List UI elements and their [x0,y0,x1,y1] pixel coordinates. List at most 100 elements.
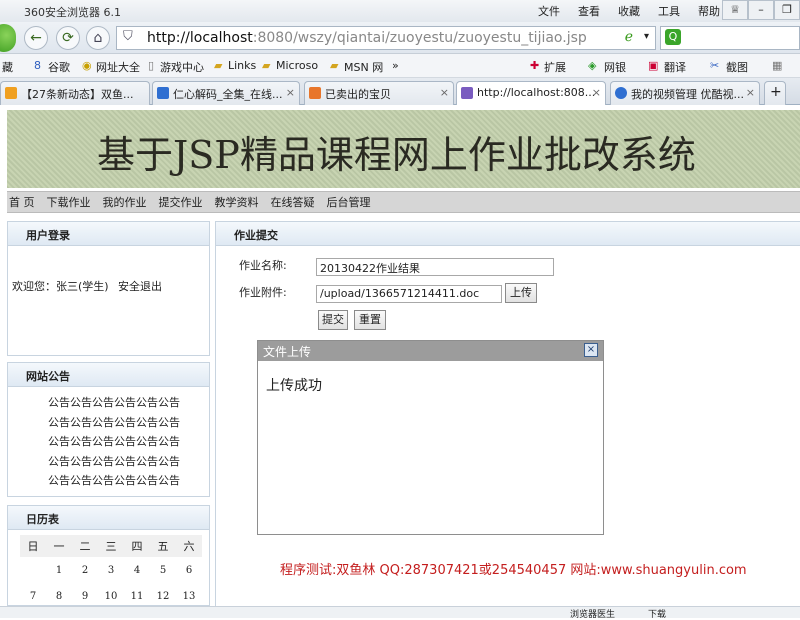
menu-favorites[interactable]: 收藏 [618,3,640,19]
calendar-day[interactable]: 7 [20,583,46,605]
bookmark-favorites[interactable]: 藏 [2,59,13,75]
soku-icon [157,87,169,99]
calendar-title: 日历表 [26,513,59,526]
homework-attachment-label: 作业附件: [239,286,287,299]
bookmark-msn[interactable]: MSN 网 [344,59,383,75]
bookmark-games[interactable]: 游戏中心 [160,59,204,75]
tab-1[interactable]: 【27条新动态】双鱼... [0,81,150,105]
dialog-message: 上传成功 [266,378,322,394]
screenshot-icon: ✂ [710,59,720,72]
reset-button[interactable]: 重置 [354,310,386,330]
tab-2[interactable]: 仁心解码_全集_在线... × [152,81,300,105]
tab-3[interactable]: 已卖出的宝贝 × [304,81,454,105]
search-icon[interactable]: Q [665,29,681,45]
calendar-day[interactable] [20,557,46,583]
status-download[interactable]: 下载 [648,607,666,620]
weekday: 日 [20,535,46,557]
toolbar-bank[interactable]: 网银 [604,59,626,75]
calendar-day[interactable]: 13 [176,583,202,605]
tab-label: 我的视频管理 优酷视... [631,88,744,101]
back-icon[interactable]: ← [24,26,48,50]
browser-title: 360安全浏览器 6.1 [24,6,121,19]
ie-mode-icon[interactable]: ℯ [625,29,633,45]
browser-title-bar: 360安全浏览器 6.1 文件 查看 收藏 工具 帮助 ♕ – ❐ [0,0,800,22]
notice-line: 公告公告公告公告公告公告 [48,454,180,468]
status-doctor[interactable]: 浏览器医生 [570,607,615,620]
submit-button[interactable]: 提交 [318,310,348,330]
upload-button[interactable]: 上传 [505,283,537,303]
tab-5[interactable]: 我的视频管理 优酷视... × [610,81,760,105]
bookmark-links[interactable]: Links [228,59,256,72]
calendar-day[interactable]: 3 [98,557,124,583]
weekday: 五 [150,535,176,557]
nav-download[interactable]: 下载作业 [47,194,91,210]
youku-icon [615,87,627,99]
translate-icon: ▣ [648,59,659,72]
refresh-icon[interactable]: ⟳ [56,26,80,50]
bank-icon: ◈ [588,59,597,72]
page-icon: ▯ [148,59,155,72]
skin-icon[interactable]: ♕ [722,0,748,20]
pma-icon [461,87,473,99]
toolbar-extensions[interactable]: 扩展 [544,59,566,75]
close-icon[interactable]: × [584,343,598,357]
taobao-icon [309,87,321,99]
calendar-day[interactable]: 5 [150,557,176,583]
calendar-week: 7 8 9 10 11 12 13 [20,583,202,605]
menu-help[interactable]: 帮助 [698,3,720,19]
bookmark-nav[interactable]: 网址大全 [96,59,140,75]
nav-submit[interactable]: 提交作业 [159,194,203,210]
calendar-table: 日 一 二 三 四 五 六 1 2 3 4 5 6 7 8 9 10 11 12… [20,535,202,605]
toolbar-screenshot[interactable]: 截图 [726,59,748,75]
menu-view[interactable]: 查看 [578,3,600,19]
nav-my-homework[interactable]: 我的作业 [103,194,147,210]
attachment-path-input[interactable]: /upload/1366571214411.doc [316,285,502,303]
navigation-bar: ← ⟳ ⌂ ⛉ http://localhost:8080/wszy/qiant… [0,22,800,54]
logout-link[interactable]: 安全退出 [118,278,162,294]
nav-home[interactable]: 首 页 [9,194,35,210]
calendar-day[interactable]: 12 [150,583,176,605]
nav-admin[interactable]: 后台管理 [327,194,371,210]
grid-icon[interactable]: ▦ [772,59,782,72]
menu-file[interactable]: 文件 [538,3,560,19]
nav-qa[interactable]: 在线答疑 [271,194,315,210]
search-input[interactable]: Q [660,26,800,50]
upload-dialog: 文件上传 × 上传成功 [257,340,604,535]
calendar-day[interactable]: 10 [98,583,124,605]
footer-text: 程序测试:双鱼林 QQ:287307421或254540457 网站:www.s… [280,563,747,578]
menu-tools[interactable]: 工具 [658,3,680,19]
bookmark-microsoft[interactable]: Microso [276,59,318,72]
close-icon[interactable]: × [440,86,449,99]
restore-button[interactable]: ❐ [774,0,800,20]
calendar-day[interactable]: 1 [46,557,72,583]
address-bar[interactable]: ⛉ http://localhost:8080/wszy/qiantai/zuo… [116,26,656,50]
close-icon[interactable]: × [746,86,755,99]
browser-logo-icon [0,24,16,52]
calendar-panel: 日历表 日 一 二 三 四 五 六 1 2 3 4 5 6 7 8 9 10 1… [7,505,210,606]
notice-line: 公告公告公告公告公告公告 [48,396,180,409]
bookmarks-bar: 藏 8 谷歌 ◉ 网址大全 ▯ 游戏中心 ▰ Links ▰ Microso ▰… [0,54,800,78]
toolbar-translate[interactable]: 翻译 [664,59,686,75]
calendar-day[interactable]: 9 [72,583,98,605]
homework-name-input[interactable]: 20130422作业结果 [316,258,554,276]
calendar-day[interactable]: 11 [124,583,150,605]
chevron-down-icon[interactable]: ▾ [644,31,649,42]
double-chevron-icon[interactable]: » [392,59,399,72]
new-tab-button[interactable]: + [764,81,786,105]
weekday: 二 [72,535,98,557]
calendar-day[interactable]: 4 [124,557,150,583]
browser-menu: 文件 查看 收藏 工具 帮助 [538,3,720,19]
calendar-day[interactable]: 2 [72,557,98,583]
close-icon[interactable]: × [286,86,295,99]
dialog-header: 文件上传 × [258,341,603,361]
nav-materials[interactable]: 教学资料 [215,194,259,210]
calendar-day[interactable]: 6 [176,557,202,583]
minimize-button[interactable]: – [748,0,774,20]
bookmark-google[interactable]: 谷歌 [48,59,70,75]
tab-4-active[interactable]: http://localhost:808... × [456,81,606,105]
home-icon[interactable]: ⌂ [86,26,110,50]
calendar-day[interactable]: 8 [46,583,72,605]
tab-bar: 【27条新动态】双鱼... 仁心解码_全集_在线... × 已卖出的宝贝 × h… [0,78,800,105]
folder-icon: ▰ [214,59,223,72]
close-icon[interactable]: × [592,86,601,99]
